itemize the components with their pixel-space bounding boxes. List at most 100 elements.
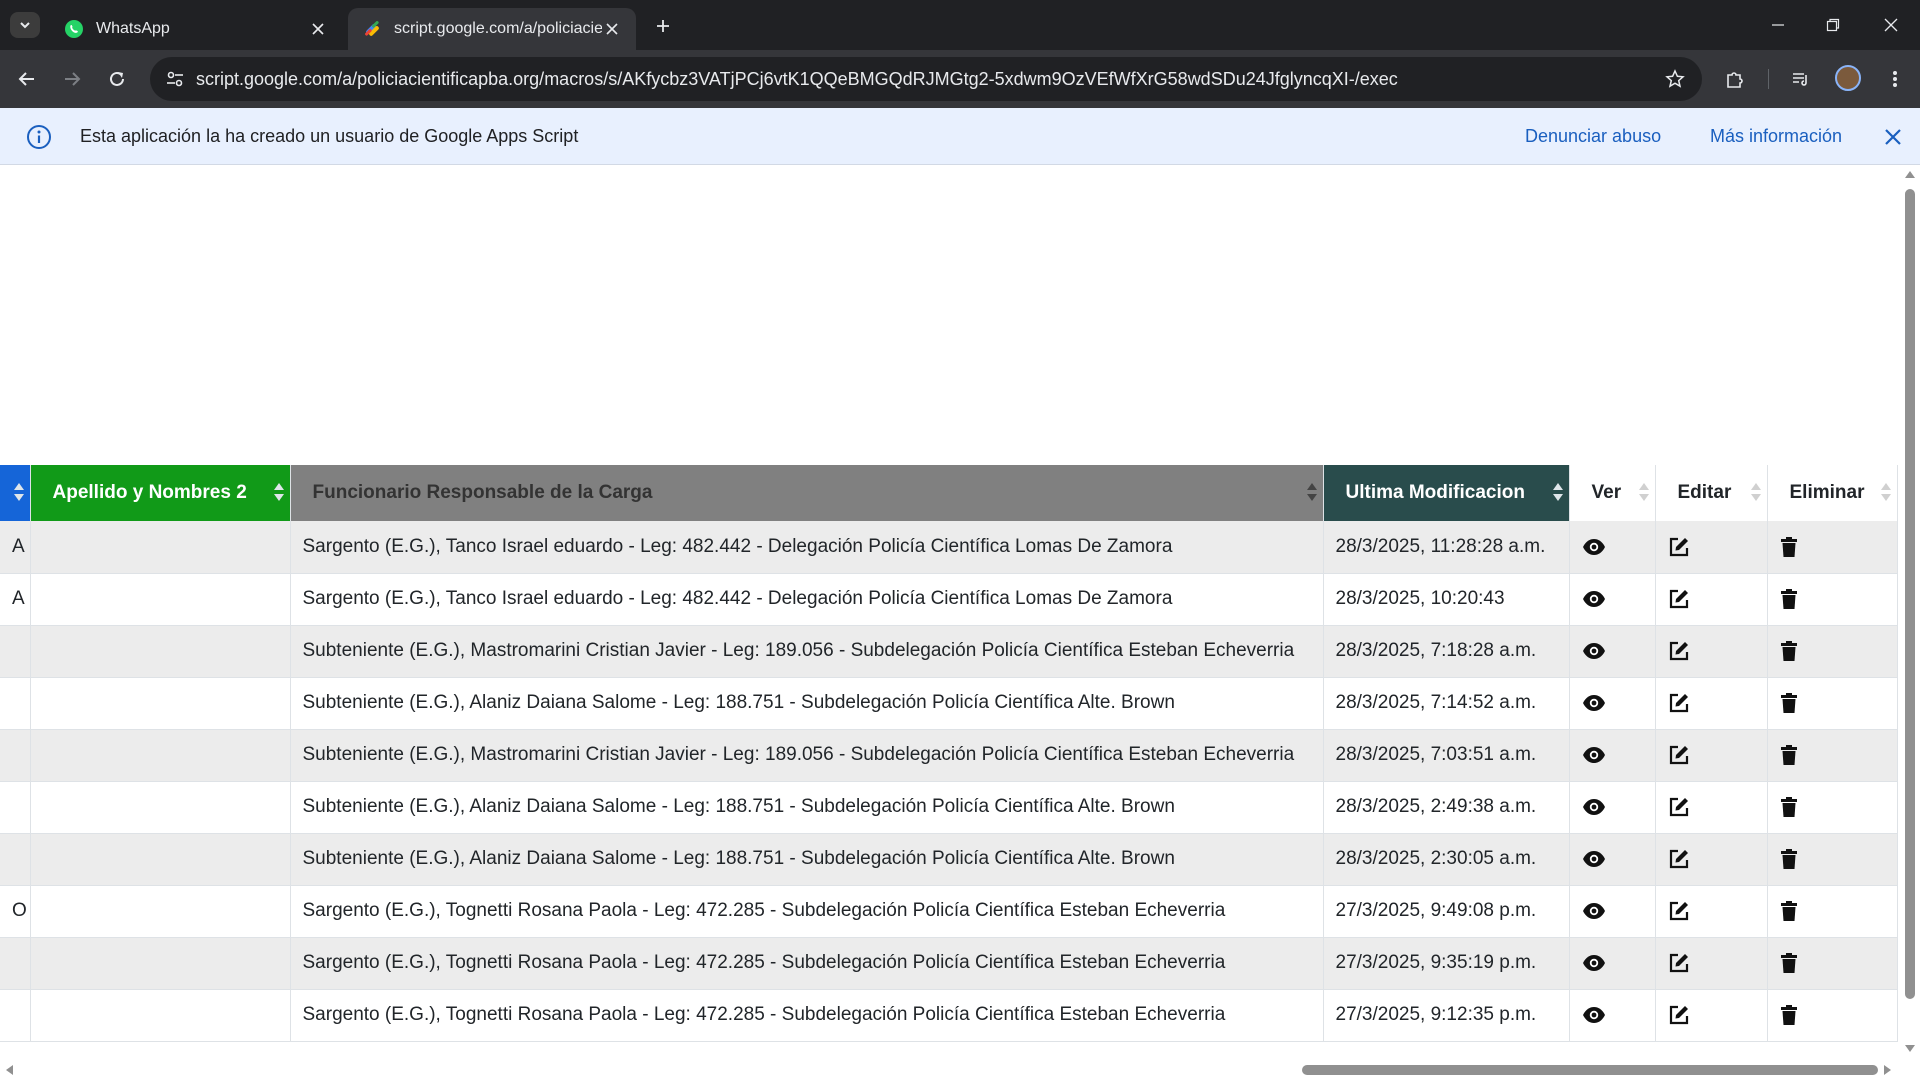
edit-button[interactable] (1655, 937, 1768, 990)
horizontal-scrollbar[interactable] (0, 1060, 1900, 1080)
delete-button[interactable] (1767, 781, 1898, 834)
view-button[interactable] (1569, 833, 1656, 886)
delete-button[interactable] (1767, 885, 1898, 938)
delete-button[interactable] (1767, 573, 1898, 626)
browser-menu-button[interactable] (1880, 64, 1910, 94)
url-text[interactable]: script.google.com/a/policiacientificapba… (196, 69, 1398, 90)
cell-apellido-nombres-2 (30, 833, 291, 886)
view-button[interactable] (1569, 729, 1656, 782)
delete-button[interactable] (1767, 989, 1898, 1042)
column-header-funcionario[interactable]: Funcionario Responsable de la Carga (290, 465, 1324, 521)
scroll-down-arrow[interactable] (1905, 1045, 1915, 1052)
scroll-right-arrow[interactable] (1884, 1065, 1891, 1075)
scrollbar-thumb[interactable] (1302, 1065, 1878, 1075)
extensions-button[interactable] (1720, 64, 1750, 94)
close-window-button[interactable] (1871, 10, 1911, 40)
back-button[interactable] (12, 64, 42, 94)
table-row: Subteniente (E.G.), Alaniz Daiana Salome… (0, 781, 1898, 834)
view-button[interactable] (1569, 937, 1656, 990)
dismiss-infobar-button[interactable] (1880, 124, 1906, 150)
cell-funcionario: Subteniente (E.G.), Mastromarini Cristia… (290, 625, 1324, 678)
edit-button[interactable] (1655, 833, 1768, 886)
minimize-button[interactable] (1758, 10, 1798, 40)
column-header-eliminar[interactable]: Eliminar (1767, 465, 1898, 521)
cell-apellido-nombres-2 (30, 521, 291, 574)
media-controls-button[interactable] (1786, 64, 1816, 94)
report-abuse-link[interactable]: Denunciar abuso (1525, 126, 1661, 147)
edit-button[interactable] (1655, 885, 1768, 938)
tab-search-button[interactable] (10, 12, 40, 38)
delete-button[interactable] (1767, 729, 1898, 782)
cell-funcionario: Sargento (E.G.), Tanco Israel eduardo - … (290, 573, 1324, 626)
sort-icon (1880, 483, 1891, 503)
delete-button[interactable] (1767, 833, 1898, 886)
tab-whatsapp[interactable]: WhatsApp (50, 8, 342, 50)
view-button[interactable] (1569, 781, 1656, 834)
cell-apellido-nombres-2 (30, 781, 291, 834)
sort-icon (1306, 483, 1317, 503)
column-header-editar[interactable]: Editar (1655, 465, 1768, 521)
profile-avatar[interactable] (1835, 65, 1861, 91)
edit-button[interactable] (1655, 573, 1768, 626)
edit-button[interactable] (1655, 677, 1768, 730)
reload-button[interactable] (102, 64, 132, 94)
cell-ultima-modificacion: 28/3/2025, 2:49:38 a.m. (1323, 781, 1570, 834)
cell-ultima-modificacion: 27/3/2025, 9:35:19 p.m. (1323, 937, 1570, 990)
view-button[interactable] (1569, 989, 1656, 1042)
edit-icon (1669, 641, 1688, 661)
tab-apps-script[interactable]: script.google.com/a/policiacien (348, 8, 636, 50)
cell-apellido-nombres-2 (30, 625, 291, 678)
delete-button[interactable] (1767, 937, 1898, 990)
close-tab-button[interactable] (602, 19, 622, 39)
cell-left (0, 625, 31, 678)
forward-button[interactable] (57, 64, 87, 94)
delete-button[interactable] (1767, 677, 1898, 730)
bookmark-button[interactable] (1662, 66, 1688, 92)
cell-left (0, 729, 31, 782)
edit-button[interactable] (1655, 781, 1768, 834)
cell-left (0, 781, 31, 834)
edit-button[interactable] (1655, 625, 1768, 678)
view-button[interactable] (1569, 573, 1656, 626)
tab-title: WhatsApp (96, 20, 170, 37)
trash-icon (1780, 744, 1797, 765)
sort-icon (1552, 483, 1563, 503)
media-queue-icon (1793, 73, 1807, 86)
edit-icon (1669, 797, 1688, 817)
cell-apellido-nombres-2 (30, 573, 291, 626)
trash-icon (1780, 588, 1797, 609)
view-button[interactable] (1569, 625, 1656, 678)
restore-icon (1826, 18, 1840, 32)
scrollbar-thumb[interactable] (1905, 189, 1915, 999)
cell-apellido-nombres-2 (30, 729, 291, 782)
table-row: Subteniente (E.G.), Mastromarini Cristia… (0, 729, 1898, 782)
edit-button[interactable] (1655, 521, 1768, 574)
site-info-button[interactable] (160, 64, 190, 94)
column-header-ultima-modificacion[interactable]: Ultima Modificacion (1323, 465, 1570, 521)
edit-button[interactable] (1655, 729, 1768, 782)
new-tab-button[interactable] (650, 13, 676, 39)
view-button[interactable] (1569, 677, 1656, 730)
tab-strip: WhatsApp script.google.com/a/policiacien (0, 0, 1920, 50)
info-icon (27, 125, 51, 149)
column-header-apellido-nombres-2[interactable]: Apellido y Nombres 2 (30, 465, 291, 521)
restore-button[interactable] (1813, 10, 1853, 40)
table-header-row: Apellido y Nombres 2 Funcionario Respons… (0, 465, 1898, 521)
edit-button[interactable] (1655, 989, 1768, 1042)
close-tab-button[interactable] (308, 19, 328, 39)
cell-apellido-nombres-2 (30, 937, 291, 990)
vertical-scrollbar[interactable] (1900, 165, 1920, 1060)
scroll-left-arrow[interactable] (6, 1065, 13, 1075)
view-button[interactable] (1569, 885, 1656, 938)
delete-button[interactable] (1767, 521, 1898, 574)
view-button[interactable] (1569, 521, 1656, 574)
infobar-message: Esta aplicación la ha creado un usuario … (80, 126, 579, 146)
reload-icon (110, 71, 124, 86)
eye-icon (1582, 850, 1605, 867)
scroll-up-arrow[interactable] (1905, 171, 1915, 178)
more-info-link[interactable]: Más información (1710, 126, 1842, 147)
column-header-left[interactable] (0, 465, 31, 521)
column-header-ver[interactable]: Ver (1569, 465, 1656, 521)
address-bar[interactable]: script.google.com/a/policiacientificapba… (150, 57, 1702, 101)
delete-button[interactable] (1767, 625, 1898, 678)
